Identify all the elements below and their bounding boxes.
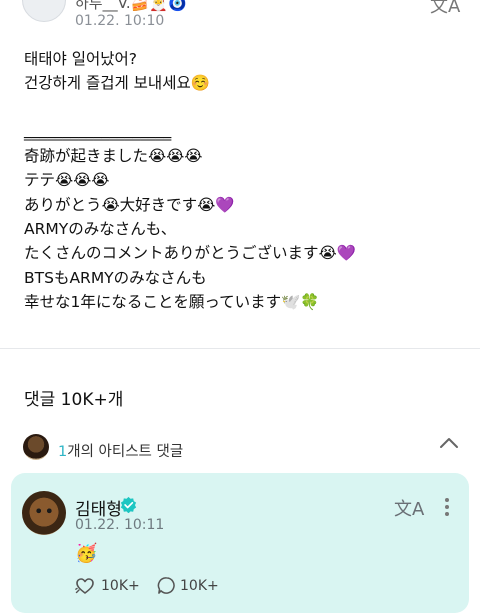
divider	[0, 348, 480, 349]
post-body: 태태야 일어났어? 건강하게 즐겁게 보내세요☺️ ‗‗‗‗‗‗‗‗‗‗‗‗‗‗…	[24, 47, 464, 314]
translate-icon[interactable]: 文A	[394, 495, 424, 521]
reply-icon[interactable]	[157, 576, 176, 595]
post-date: 01.22. 10:10	[75, 13, 165, 29]
post-line	[24, 96, 464, 120]
artist-comment-body: 🥳	[75, 543, 98, 564]
author-avatar[interactable]	[22, 0, 66, 22]
artist-comment-count: 1	[58, 444, 68, 460]
like-icon[interactable]	[75, 576, 95, 596]
post-line: 건강하게 즐겁게 보내세요☺️	[24, 74, 211, 93]
verified-icon	[120, 496, 137, 513]
chevron-up-icon[interactable]	[438, 432, 460, 454]
post-line: ありがとう😭大好きです😭💜	[24, 195, 235, 214]
artist-comment-label: 개의 아티스트 댓글	[67, 444, 184, 460]
author-name[interactable]: 하루__V.🍰🎅🧿	[75, 0, 187, 13]
post-line: ‗‗‗‗‗‗‗‗‗‗‗‗‗‗‗‗‗‗‗	[24, 122, 172, 141]
post-line: 幸せな1年になることを願っています🕊️🍀	[24, 292, 320, 311]
post-line: テテ😭😭😭	[24, 171, 110, 190]
like-count: 10K+	[101, 578, 140, 594]
reply-count: 10K+	[180, 578, 219, 594]
more-vertical-icon[interactable]	[440, 496, 454, 518]
artist-avatar[interactable]	[22, 491, 66, 535]
post-line: 태태야 일어났어?	[24, 50, 137, 68]
artist-avatar-small	[23, 434, 49, 460]
post-line: たくさんのコメントありがとうございます😭💜	[24, 244, 356, 263]
translate-icon[interactable]: 文A	[430, 0, 460, 18]
comments-count: 댓글 10K+개	[24, 390, 124, 410]
post-line: 奇跡が起きました😭😭😭	[24, 147, 203, 166]
post-line: BTSもARMYのみなさんも	[24, 268, 207, 287]
artist-comment-date: 01.22. 10:11	[75, 517, 165, 533]
artist-comment-summary[interactable]: 1개의 아티스트 댓글	[58, 440, 183, 461]
post-line: ARMYのみなさんも、	[24, 220, 177, 239]
